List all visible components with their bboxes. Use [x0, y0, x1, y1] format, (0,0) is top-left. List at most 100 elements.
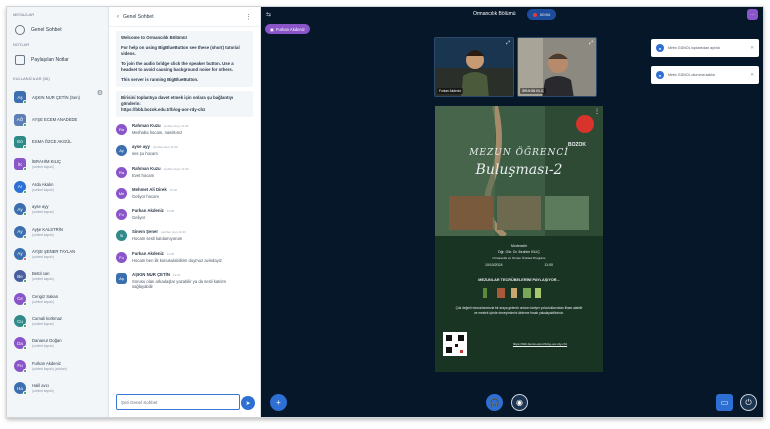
user-status: (sohbet kapalı) [32, 165, 54, 170]
video-tile[interactable]: İBRAHİM KILIÇ ⤢ [517, 37, 597, 97]
avatar: Ay [14, 247, 27, 261]
chat-icon [15, 25, 25, 35]
leave-button[interactable]: ⏻ [740, 394, 757, 411]
avatar: İK [14, 158, 27, 172]
user-row[interactable]: Cu Cumali korkmaz (sohbet kapalı) [7, 310, 108, 332]
presenter-name: Furkan Akdeniz [275, 26, 305, 32]
screen-icon: ▭ [720, 398, 729, 407]
message-author: Furkan Akdeniz [132, 250, 164, 256]
avatar: Aş [116, 273, 127, 285]
message-author: Rahman Kuzu [132, 123, 161, 128]
user-name: Cengiz Sakan [32, 293, 59, 299]
invite-link[interactable]: https://bbb.bozok.edu.tr/b/og-uor-rdy-ch… [121, 107, 248, 113]
send-button[interactable]: ➤ [241, 396, 255, 410]
public-chat-nav[interactable]: Genel Sohbet [7, 19, 108, 41]
message-time: (sohbet dışı) 11:00 [163, 166, 189, 171]
recording-button[interactable]: 00:54 [527, 9, 557, 20]
slide-body-text: Çok değerli mezunlarımızla bir araya gel… [455, 306, 583, 315]
user-row[interactable]: Ha Halil avcı (sohbet kapalı) [7, 377, 108, 399]
chat-title: Genel Sohbet [123, 13, 154, 20]
gear-icon[interactable]: ⚙ [97, 89, 103, 97]
options-button[interactable]: ⋯ [747, 9, 758, 20]
close-icon[interactable]: ✕ [750, 72, 754, 78]
avatar: Da [14, 337, 27, 351]
chat-message: Ra Rahman Kuzu (sohbet dışı) 11:00 Merhab… [109, 123, 260, 144]
user-status: (sohbet kapalı) [32, 322, 54, 327]
avatar: Fu [116, 251, 127, 263]
headphones-icon: 🎧 [489, 398, 500, 407]
webcam-button[interactable]: ◉ [511, 394, 528, 411]
message-author: Furkan Akdeniz [132, 208, 164, 214]
toast-text: Metin GÜNOL oturuma katıldı [668, 73, 716, 77]
message-text: Sorusu olan arkadaşlar yazabilir ya da s… [132, 279, 227, 290]
audio-button[interactable]: 🎧 [486, 394, 503, 411]
moderator-label: Moderatör [511, 244, 527, 248]
user-status: (sohbet kapalı) [32, 254, 54, 259]
users-toggle-icon[interactable]: ⇆ [266, 11, 271, 18]
avatar: Ra [116, 166, 127, 178]
expand-icon[interactable]: ⤢ [589, 40, 593, 46]
user-row[interactable]: Da Dananur Doğan (sohbet kapalı) [7, 332, 108, 354]
actions-button[interactable]: + [270, 394, 287, 411]
user-row[interactable]: Ce Cengiz Sakan (sohbet kapalı) [7, 288, 108, 310]
close-icon[interactable]: ✕ [750, 45, 754, 51]
user-name: Cumali korkmaz [32, 316, 63, 322]
app-window: MESAJLAR Genel Sohbet NOTLAR Paylaşılan … [6, 6, 764, 418]
options-icon: ⋯ [750, 11, 755, 18]
expand-icon[interactable]: ⤢ [506, 40, 510, 46]
user-status: (sohbet kapalı) [32, 299, 54, 304]
message-time: 11:00 [166, 209, 175, 214]
invite-message: Birisini toplantıya davet etmek için onl… [116, 91, 253, 117]
notes-section-title: NOTLAR [13, 42, 30, 47]
user-status: (sohbet kapalı) [32, 344, 54, 349]
user-row[interactable]: Ay AYŞE ŞENER TAYLAN (sohbet kapalı) [7, 243, 108, 265]
user-row[interactable]: Aş AŞKIN NUR ÇETİN (Sen) [7, 86, 108, 108]
user-name: ESMA ÖZCE AKGÜL [32, 139, 72, 145]
moderator-name: Dğr. Gör. Dr. İbrahim KILIÇ [498, 250, 540, 254]
user-name: AYŞE ŞENER TAYLAN [32, 248, 76, 254]
shared-notes-nav[interactable]: Paylaşılan Notlar [7, 49, 108, 71]
message-text: Merhaba hocam, nasılsınız [132, 130, 183, 135]
more-options-icon[interactable]: ⋮ [245, 13, 252, 21]
meeting-area: ⇆ Ormancılık Bölümü 00:54 ⋯ ▣ Furkan Akde… [261, 7, 763, 417]
avatar: Be [14, 270, 27, 284]
user-row[interactable]: Eö ESMA ÖZCE AKGÜL [7, 131, 108, 153]
video-tile[interactable]: Furkan Akdeniz ⤢ [434, 37, 514, 97]
slide-options-icon[interactable]: ⋮ [594, 108, 600, 115]
message-text: Geliyor [132, 215, 146, 221]
user-row[interactable]: Ay Ayşe KALSTRİN (sohbet kapalı) [7, 220, 108, 242]
message-text: Geliyor hocam [132, 193, 159, 199]
message-author: AŞKIN NUR ÇETİN [132, 272, 170, 278]
user-row[interactable]: Fu Furkan Akdeniz (sohbet kapalı) (sohbet… [7, 355, 108, 377]
camera-icon: ◉ [516, 398, 523, 407]
avatar: Fu [14, 359, 27, 373]
user-row[interactable]: Be Betül can (sohbet kapalı) [7, 265, 108, 287]
user-icon: ● [656, 71, 664, 79]
presenter-badge: ▣ Furkan Akdeniz [265, 24, 310, 34]
user-status: (sohbet kapalı) [32, 187, 54, 192]
welcome-audio: To join the audio bridge click the speak… [121, 61, 234, 72]
chat-message-input[interactable]: Şeti Genel Sohbet [116, 394, 240, 410]
user-row[interactable]: Ay ayse ayy (sohbet kapalı) [7, 198, 108, 220]
user-row[interactable]: İK İBRAHİM KILIÇ (sohbet kapalı) [7, 153, 108, 175]
chat-message: Ay ayse ayy (sohbet dışı) 11:00 ses şu ho… [109, 144, 260, 165]
message-author: Rahman Kuzu [132, 165, 161, 171]
chevron-left-icon[interactable]: ‹ [117, 14, 119, 20]
university-logo-text: BOZOK [567, 142, 587, 148]
presentation-slide: ⋮ MEZUN ÖĞRENCİ Buluşması-2 BOZOK Modera… [435, 106, 603, 372]
slide-title-line1: MEZUN ÖĞRENCİ [469, 148, 569, 158]
user-row[interactable]: AÖ AYŞE ECEM ANADEDE [7, 108, 108, 130]
user-row[interactable]: Ar Arda Akalın (sohbet kapalı) [7, 176, 108, 198]
chat-message: Fu Furkan Akdeniz 11:00 Hocam ben ilk kon… [109, 251, 260, 272]
chat-message: Aş AŞKIN NUR ÇETİN 11:01 Sorusu olan arka… [109, 272, 260, 300]
plus-icon: + [276, 398, 281, 407]
avatar: Ay [14, 225, 27, 239]
power-icon: ⏻ [745, 397, 752, 407]
invite-text: Birisini toplantıya davet etmek için onl… [121, 95, 234, 106]
welcome-server: This server is running BigBlueButton. [121, 77, 199, 82]
message-time: (sohbet dışı) 11:00 [152, 145, 178, 150]
tile-name: Furkan Akdeniz [437, 88, 463, 94]
chat-header: ‹ Genel Sohbet ⋮ [109, 7, 260, 27]
toast-notification: ● Metin GÜNOL oturuma katıldı ✕ [651, 66, 759, 84]
presentation-button[interactable]: ▭ [716, 394, 733, 411]
